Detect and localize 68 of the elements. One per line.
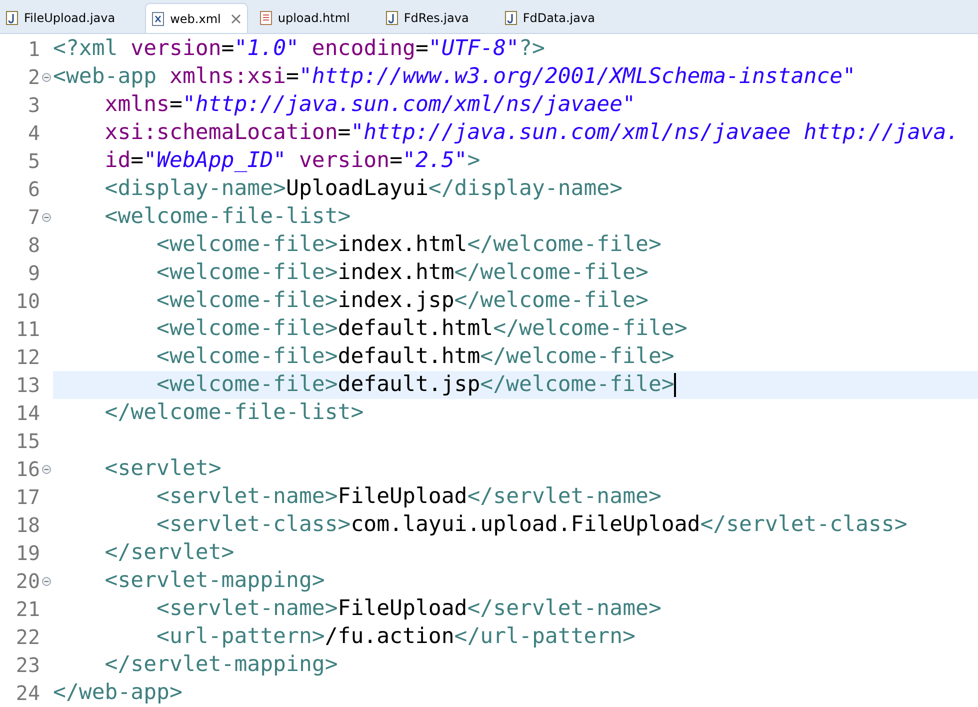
- tab-label: FdData.java: [522, 10, 595, 27]
- code-line: </servlet>: [104, 542, 234, 564]
- collapse-icon[interactable]: [42, 576, 51, 586]
- java-file-icon: [386, 11, 398, 25]
- code-line: <?xml version="1.0" encoding="UTF-8"?>: [53, 38, 545, 60]
- line-number: 14: [14, 403, 40, 423]
- tab-label: upload.html: [278, 10, 350, 27]
- editor-tab[interactable]: web.xml: [145, 3, 248, 33]
- code-line: <welcome-file>default.html</welcome-file>: [156, 318, 688, 340]
- document-icon: [260, 11, 272, 25]
- line-number: 18: [14, 515, 40, 535]
- collapse-icon[interactable]: [42, 212, 51, 222]
- code-line: <welcome-file>index.jsp</welcome-file>: [156, 290, 648, 312]
- line-number: 15: [14, 431, 40, 451]
- tab-label: web.xml: [170, 10, 221, 28]
- code-line: <welcome-file>default.jsp</welcome-file>: [156, 374, 674, 396]
- line-number: 4: [26, 123, 40, 143]
- code-line: <servlet-name>FileUpload</servlet-name>: [156, 598, 662, 620]
- line-number: 22: [14, 627, 40, 647]
- text-cursor: [674, 373, 676, 397]
- code-line: </welcome-file-list>: [104, 402, 364, 424]
- line-number: 9: [26, 263, 40, 283]
- line-number: 1: [26, 39, 40, 59]
- line-number: 2: [26, 67, 40, 87]
- line-number: 23: [14, 655, 40, 675]
- line-number: 16: [14, 459, 40, 479]
- code-line: <servlet-mapping>: [104, 570, 325, 592]
- line-number: 13: [14, 375, 40, 395]
- code-line: <web-app xmlns:xsi="http://www.w3.org/2001/XMLSchema-instance": [53, 66, 856, 88]
- java-file-icon: [504, 11, 517, 25]
- editor-tab[interactable]: upload.html: [254, 3, 380, 33]
- line-number: 12: [14, 347, 40, 367]
- close-icon[interactable]: [230, 14, 241, 24]
- line-number: 21: [14, 599, 40, 619]
- line-number: 11: [14, 319, 40, 339]
- line-number: 10: [14, 291, 40, 311]
- code-line: xsi:schemaLocation="http://java.sun.com/xml/ns/javaee http://java.: [104, 122, 960, 144]
- tab-label: FileUpload.java: [24, 10, 116, 27]
- line-number: 17: [14, 487, 40, 507]
- collapse-icon[interactable]: [42, 464, 51, 474]
- line-number: 24: [14, 683, 40, 703]
- editor-tab[interactable]: FileUpload.java: [0, 3, 146, 33]
- editor-tab[interactable]: FdRes.java: [380, 3, 499, 33]
- code-line: <servlet-class>com.layui.upload.FileUpload</servlet-class>: [156, 514, 908, 536]
- line-number: 5: [26, 151, 40, 171]
- code-line: id="WebApp_ID" version="2.5">: [104, 150, 480, 172]
- code-line: <display-name>UploadLayui</display-name>: [104, 178, 623, 200]
- collapse-icon[interactable]: [42, 72, 51, 82]
- java-file-icon: [6, 11, 18, 25]
- line-number: 6: [26, 179, 40, 199]
- line-number: 20: [14, 571, 40, 591]
- code-line: xmlns="http://java.sun.com/xml/ns/javaee": [104, 94, 636, 116]
- code-line: <welcome-file>index.html</welcome-file>: [156, 234, 662, 256]
- code-line: </web-app>: [53, 682, 182, 704]
- code-line: <welcome-file>index.htm</welcome-file>: [156, 262, 648, 284]
- tab-label: FdRes.java: [404, 10, 469, 27]
- editor-tab[interactable]: FdData.java: [498, 3, 625, 33]
- line-number: 19: [14, 543, 40, 563]
- xml-file-icon: [152, 12, 164, 26]
- code-line: <servlet-name>FileUpload</servlet-name>: [156, 486, 662, 508]
- code-line: <url-pattern>/fu.action</url-pattern>: [156, 626, 636, 648]
- line-number: 3: [26, 95, 40, 115]
- code-line: <welcome-file-list>: [104, 206, 351, 228]
- code-line: <servlet>: [104, 458, 222, 480]
- line-number: 7: [26, 207, 40, 227]
- code-line: </servlet-mapping>: [104, 654, 338, 676]
- code-line: <welcome-file>default.htm</welcome-file>: [156, 346, 674, 368]
- line-number: 8: [26, 235, 40, 255]
